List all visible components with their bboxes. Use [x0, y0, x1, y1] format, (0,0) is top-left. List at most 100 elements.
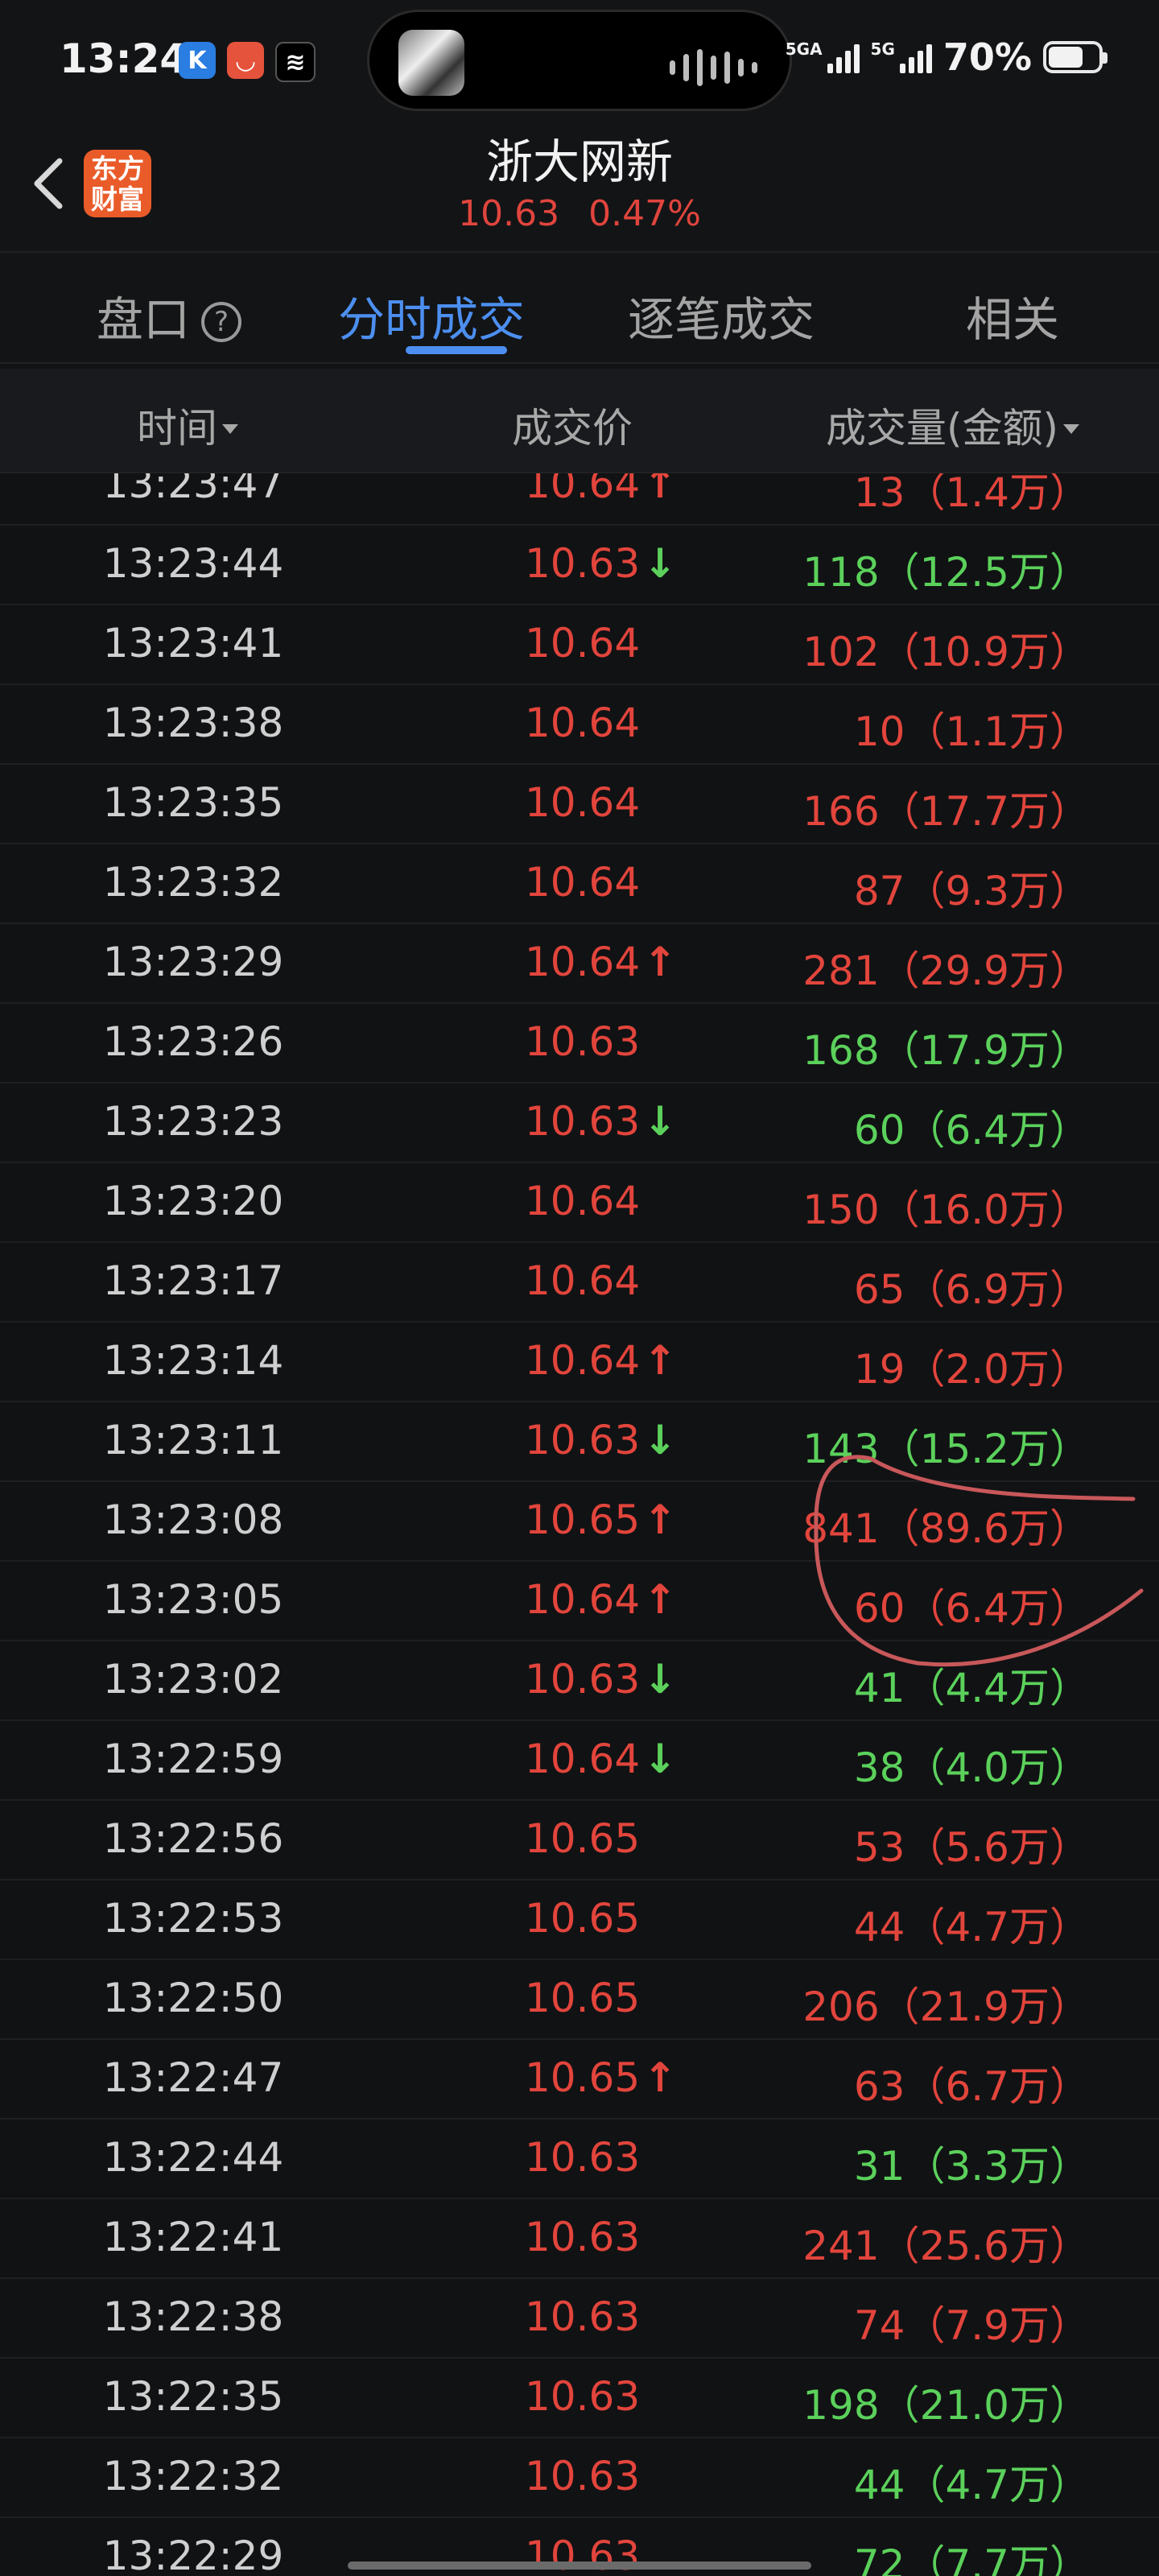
- stock-header: 东方 财富 浙大网新 10.63 0.47%: [0, 121, 1159, 253]
- trade-price: 10.65: [525, 1895, 641, 1942]
- battery-percent: 70%: [942, 35, 1032, 79]
- trade-time: 13:22:59: [102, 1736, 284, 1782]
- arrow-down-icon: ↓: [643, 1736, 678, 1782]
- trade-time: 13:23:38: [102, 700, 284, 746]
- trade-price: 10.63↓: [525, 540, 678, 587]
- trade-volume: 60（6.4万）: [853, 1585, 1090, 1632]
- trade-row: 13:23:23 10.63↓ 60（6.4万）: [0, 1084, 1159, 1163]
- status-time: 13:24: [60, 35, 188, 82]
- trade-price: 10.64: [525, 700, 641, 746]
- capcut-icon: ≋: [275, 42, 316, 82]
- trade-time: 13:23:41: [102, 620, 284, 667]
- trade-volume: 63（6.7万）: [853, 2063, 1090, 2110]
- trade-time: 13:23:44: [102, 540, 284, 587]
- trade-row: 13:23:38 10.64 10（1.1万）: [0, 685, 1159, 765]
- stock-change: 0.47%: [588, 193, 701, 234]
- trade-row: 13:23:20 10.64 150（16.0万）: [0, 1163, 1159, 1243]
- trade-row: 13:23:17 10.64 65（6.9万）: [0, 1243, 1159, 1323]
- trade-price: 10.64: [525, 620, 641, 667]
- trade-price: 10.63: [525, 2214, 641, 2260]
- trade-row: 13:23:44 10.63↓ 118（12.5万）: [0, 526, 1159, 605]
- trade-time: 13:23:26: [102, 1018, 284, 1065]
- trade-price: 10.64↑: [525, 473, 677, 507]
- trade-price: 10.65↑: [525, 2054, 678, 2101]
- trade-time: 13:22:38: [102, 2293, 284, 2340]
- k-app-icon: K: [179, 42, 216, 79]
- arrow-up-icon: ↑: [643, 1496, 678, 1543]
- trade-price: 10.64↓: [525, 1736, 678, 1782]
- battery-icon: [1043, 41, 1107, 73]
- trade-time: 13:22:41: [102, 2214, 284, 2260]
- status-right: 5GA 5G 70%: [786, 35, 1107, 79]
- trade-row: 13:23:47 10.64↑ 13（1.4万）: [0, 473, 1159, 526]
- trade-row: 13:22:32 10.63 44（4.7万）: [0, 2438, 1159, 2518]
- trade-volume: 168（17.9万）: [802, 1027, 1090, 1074]
- trade-price: 10.63: [525, 1018, 641, 1065]
- trade-row: 13:22:50 10.65 206（21.9万）: [0, 1960, 1159, 2040]
- trade-volume: 65（6.9万）: [853, 1266, 1090, 1313]
- stock-name: 浙大网新: [485, 134, 673, 189]
- active-tab-indicator: [406, 346, 507, 354]
- trade-time: 13:22:44: [102, 2134, 284, 2181]
- trade-volume: 102（10.9万）: [802, 629, 1090, 675]
- trade-volume: 41（4.4万）: [853, 1665, 1090, 1711]
- trade-time: 13:22:35: [102, 2373, 284, 2420]
- trade-price: 10.64: [525, 779, 641, 826]
- trade-volume: 13（1.4万）: [853, 473, 1090, 516]
- arrow-down-icon: ↓: [643, 1098, 678, 1145]
- home-indicator[interactable]: [348, 2562, 811, 2570]
- trade-volume: 841（89.6万）: [802, 1505, 1090, 1552]
- trade-price: 10.63: [525, 2134, 641, 2181]
- tab-pankou[interactable]: 盘口?: [97, 282, 242, 349]
- trade-time: 13:23:35: [102, 779, 284, 826]
- trade-price: 10.64: [525, 859, 641, 906]
- trade-time: 13:23:08: [102, 1496, 284, 1543]
- trade-price: 10.64: [525, 1257, 641, 1304]
- trade-list[interactable]: 13:23:47 10.64↑ 13（1.4万） 13:23:44 10.63↓ 118（…: [0, 473, 1159, 2576]
- trade-volume: 166（17.7万）: [802, 788, 1090, 835]
- trade-price: 10.65↑: [525, 1496, 678, 1543]
- trade-price: 10.63↓: [525, 1656, 678, 1703]
- trade-price: 10.63: [525, 2453, 641, 2500]
- trade-volume: 44（4.7万）: [853, 1904, 1090, 1951]
- trade-volume: 206（21.9万）: [802, 1984, 1090, 2030]
- arrow-up-icon: ↑: [643, 1337, 678, 1384]
- arrow-down-icon: ↓: [643, 540, 678, 587]
- trade-row: 13:23:11 10.63↓ 143（15.2万）: [0, 1402, 1159, 1482]
- stock-quote: 10.63 0.47%: [0, 193, 1159, 234]
- dynamic-island[interactable]: [367, 10, 792, 111]
- trade-row: 13:23:41 10.64 102（10.9万）: [0, 605, 1159, 685]
- col-volume-sort[interactable]: 成交量(金额): [826, 396, 1080, 454]
- arrow-up-icon: ↑: [643, 2054, 678, 2101]
- trade-volume: 53（5.6万）: [853, 1824, 1090, 1871]
- trade-time: 13:22:50: [102, 1975, 284, 2021]
- trade-time: 13:23:11: [102, 1417, 284, 1463]
- arrow-up-icon: ↑: [643, 939, 678, 985]
- tab-related[interactable]: 相关: [966, 282, 1059, 349]
- trade-row: 13:23:26 10.63 168（17.9万）: [0, 1004, 1159, 1084]
- column-header: 时间 成交价 成交量(金额): [0, 369, 1159, 473]
- trade-time: 13:23:47: [102, 473, 284, 507]
- trade-volume: 10（1.1万）: [853, 708, 1090, 755]
- media-thumbnail: [398, 30, 464, 96]
- trade-row: 13:23:05 10.64↑ 60（6.4万）: [0, 1562, 1159, 1641]
- tab-tick-trades[interactable]: 逐笔成交: [628, 282, 815, 349]
- trade-volume: 281（29.9万）: [802, 947, 1090, 994]
- arrow-down-icon: ↓: [643, 1656, 678, 1703]
- tab-fenshi-trades[interactable]: 分时成交: [338, 282, 525, 349]
- trade-price: 10.63: [525, 2293, 641, 2340]
- trade-price: 10.65: [525, 1975, 641, 2021]
- arrow-down-icon: ↓: [643, 1417, 678, 1463]
- trade-row: 13:22:53 10.65 44（4.7万）: [0, 1880, 1159, 1960]
- trade-volume: 60（6.4万）: [853, 1107, 1090, 1154]
- trade-time: 13:23:02: [102, 1656, 284, 1703]
- trade-price: 10.64↑: [525, 939, 678, 985]
- trade-price: 10.64↑: [525, 1576, 678, 1623]
- trade-price: 10.64↑: [525, 1337, 678, 1384]
- notification-apps: K ◡ ≋: [179, 42, 316, 82]
- help-icon[interactable]: ?: [201, 302, 242, 342]
- col-time-sort[interactable]: 时间: [137, 396, 238, 454]
- trade-time: 13:23:20: [102, 1178, 284, 1224]
- sort-caret-icon: [1063, 424, 1080, 434]
- trade-time: 13:23:17: [102, 1257, 284, 1304]
